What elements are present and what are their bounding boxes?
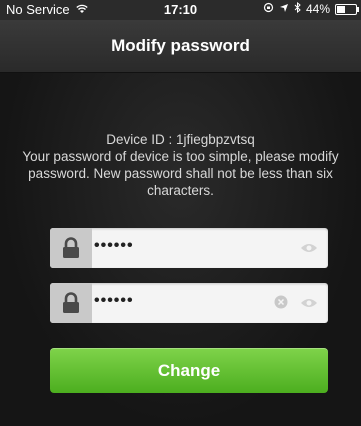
device-id-label: Device ID : 1jfiegbpzvtsq [106,132,255,147]
confirm-password-field[interactable]: •••••• [50,283,328,323]
confirm-password-value: •••••• [94,292,134,309]
lock-icon [50,283,92,323]
lock-icon [50,228,92,268]
main-content: Device ID : 1jfiegbpzvtsq Your password … [0,73,361,426]
rotation-lock-icon [263,2,274,16]
change-button[interactable]: Change [50,348,328,393]
info-text: Device ID : 1jfiegbpzvtsq Your password … [20,131,341,199]
clear-icon[interactable] [274,295,288,314]
password-value: •••••• [94,237,134,254]
password-field[interactable]: •••••• [50,228,328,268]
eye-icon[interactable] [300,296,318,314]
page-title: Modify password [111,36,250,55]
status-bar: No Service 17:10 44% [0,0,361,20]
battery-percent: 44% [305,2,330,16]
location-icon [279,2,289,16]
navigation-bar: Modify password [0,20,361,73]
eye-icon[interactable] [300,241,318,259]
battery-icon [335,3,359,15]
bluetooth-icon [294,1,301,16]
password-hint: Your password of device is too simple, p… [22,149,339,198]
